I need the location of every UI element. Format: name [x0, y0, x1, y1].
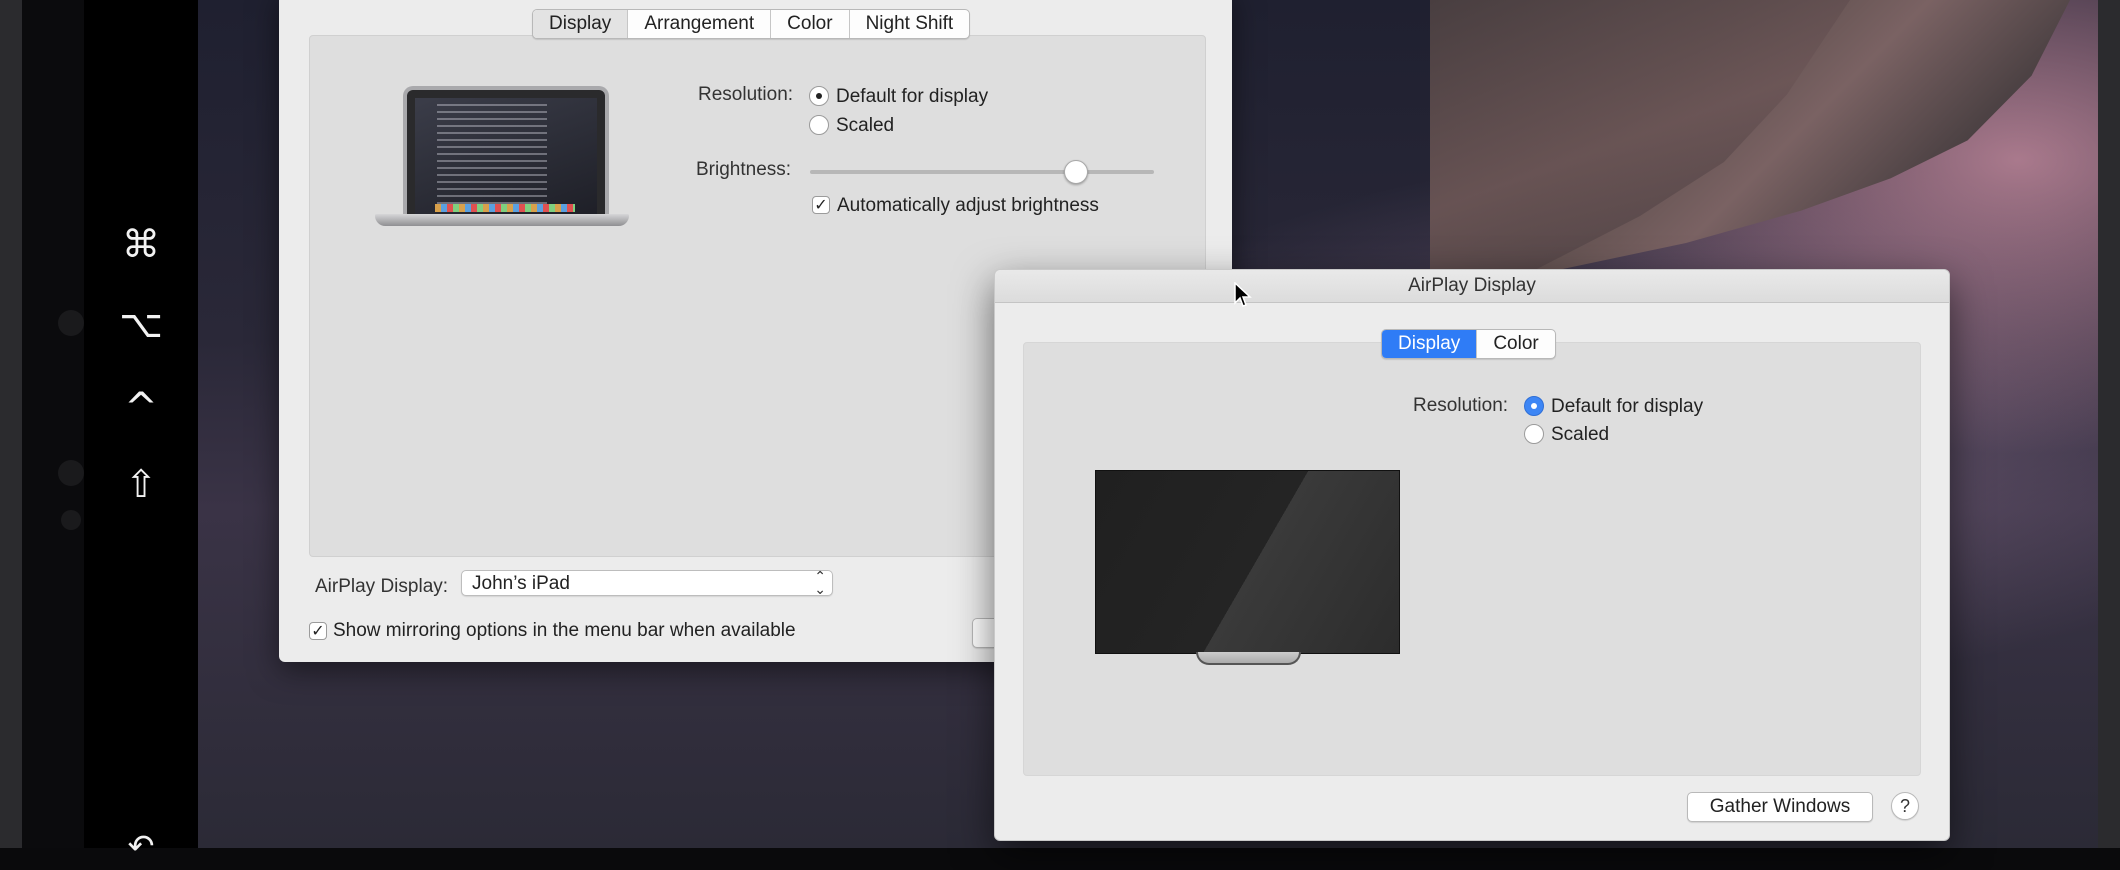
option-key-icon[interactable]: ⌥	[84, 300, 198, 348]
resolution-scaled-label[interactable]: Scaled	[1551, 424, 1609, 446]
resolution-default-label[interactable]: Default for display	[1551, 396, 1703, 418]
airplay-tab-bar: Display Color	[1381, 329, 1556, 359]
airplay-display-window: AirPlay Display Display Color Resolution…	[994, 269, 1950, 841]
tab-arrangement[interactable]: Arrangement	[628, 10, 772, 38]
airplay-display-label: AirPlay Display:	[315, 576, 449, 597]
mouse-cursor-icon	[1234, 282, 1252, 307]
resolution-label: Resolution:	[1413, 395, 1509, 416]
airplay-display-value: John’s iPad	[472, 573, 570, 594]
auto-brightness-label[interactable]: Automatically adjust brightness	[837, 195, 1099, 217]
mirroring-checkbox[interactable]: ✓	[309, 622, 327, 640]
brightness-slider-knob[interactable]	[1063, 160, 1088, 184]
resolution-default-radio[interactable]	[809, 86, 829, 106]
bezel-dot	[61, 510, 81, 530]
tv-illustration	[1095, 470, 1400, 654]
bezel-dot	[58, 310, 84, 336]
brightness-label: Brightness:	[696, 159, 792, 180]
resolution-scaled-radio[interactable]	[1524, 424, 1544, 444]
resolution-scaled-label[interactable]: Scaled	[836, 115, 894, 137]
modifier-sidebar: ⌘ ⌥ ^ ⇧ ↶	[84, 0, 198, 865]
resolution-scaled-radio[interactable]	[809, 115, 829, 135]
resolution-default-label[interactable]: Default for display	[836, 86, 988, 108]
bezel-dot	[58, 460, 84, 486]
tab-display[interactable]: Display	[533, 10, 629, 38]
resolution-label: Resolution:	[698, 84, 794, 105]
popup-arrows-icon: ⌃ ⌄	[814, 569, 826, 598]
tab-color[interactable]: Color	[771, 10, 850, 38]
undo-icon[interactable]: ↶	[84, 822, 198, 870]
shift-key-icon[interactable]: ⇧	[84, 460, 198, 508]
mirroring-label[interactable]: Show mirroring options in the menu bar w…	[333, 620, 796, 642]
tab-display[interactable]: Display	[1382, 330, 1478, 358]
display-tab-bar: Display Arrangement Color Night Shift	[532, 9, 971, 39]
tv-stand	[1196, 652, 1301, 665]
airplay-window-title: AirPlay Display	[1408, 275, 1536, 296]
help-button[interactable]: ?	[1891, 792, 1919, 820]
control-key-icon[interactable]: ^	[84, 384, 198, 432]
tab-color[interactable]: Color	[1477, 330, 1554, 358]
tab-night-shift[interactable]: Night Shift	[850, 10, 970, 38]
gather-windows-button[interactable]: Gather Windows	[1687, 792, 1873, 822]
airplay-display-popup[interactable]: John’s iPad ⌃ ⌄	[461, 569, 833, 598]
airplay-window-titlebar[interactable]: AirPlay Display	[995, 270, 1949, 303]
command-key-icon[interactable]: ⌘	[84, 220, 198, 268]
brightness-slider[interactable]	[810, 170, 1154, 174]
laptop-base	[375, 214, 629, 226]
laptop-illustration	[403, 86, 609, 218]
auto-brightness-checkbox[interactable]: ✓	[812, 196, 830, 214]
resolution-default-radio[interactable]	[1524, 396, 1544, 416]
